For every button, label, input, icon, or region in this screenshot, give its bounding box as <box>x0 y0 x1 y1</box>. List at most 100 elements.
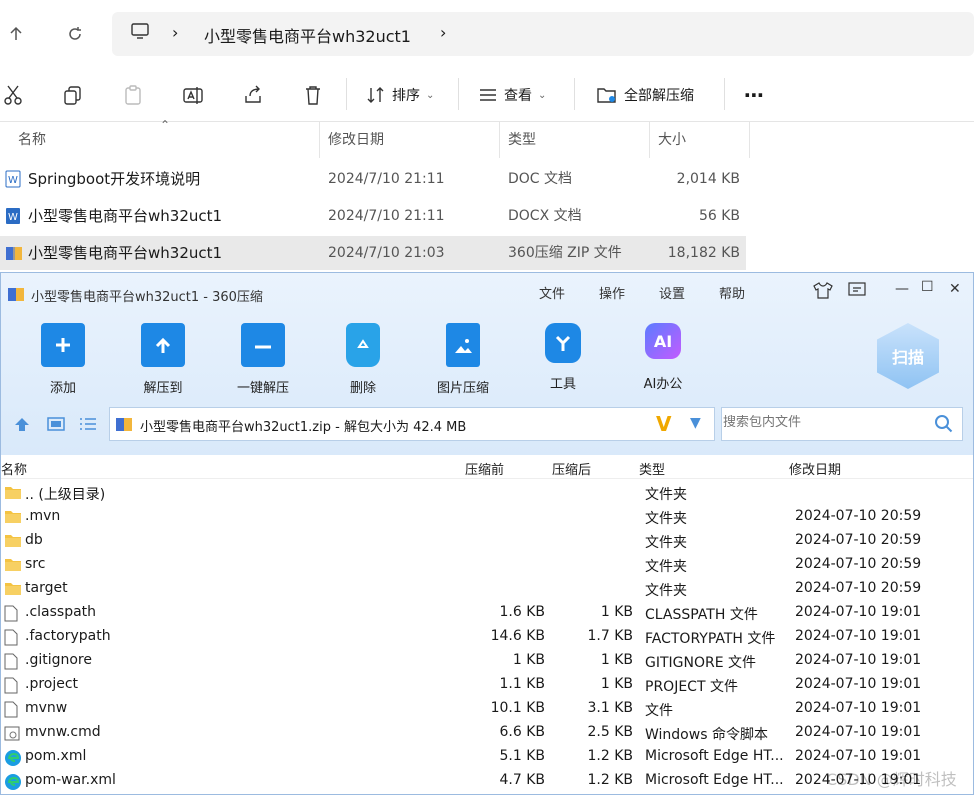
archive-list-row[interactable]: mvnw.cmd 6.6 KB 2.5 KB Windows 命令脚本 2024-07-… <box>1 721 973 745</box>
minimize-icon[interactable]: — <box>895 281 909 297</box>
entry-date: 2024-07-10 20:59 <box>795 556 922 572</box>
zip-icon <box>115 415 133 437</box>
paste-icon[interactable] <box>122 80 144 110</box>
list-view-icon[interactable] <box>79 417 97 435</box>
delete-button[interactable]: 删除 <box>323 323 403 396</box>
archive-list-row[interactable]: db 文件夹 2024-07-10 20:59 <box>1 529 973 553</box>
close-icon[interactable]: ✕ <box>949 281 961 297</box>
dropdown-arrow-icon[interactable]: ▼ <box>690 415 701 431</box>
toolbar-divider <box>574 78 575 110</box>
entry-type: 文件 <box>645 703 673 719</box>
entry-type: 文件夹 <box>645 511 687 527</box>
folder-icon <box>4 557 22 576</box>
up-arrow-icon[interactable] <box>2 20 30 48</box>
cut-icon[interactable] <box>2 80 24 110</box>
extract-all-button[interactable]: 全部解压缩 <box>596 80 694 110</box>
file-name: Springboot开发环境说明 <box>28 170 201 188</box>
archive-list-row[interactable]: .factorypath 14.6 KB 1.7 KB FACTORYPATH 文件 2… <box>1 625 973 649</box>
chevron-right-icon[interactable]: › <box>172 23 178 42</box>
file-list-header: 名称 ⌃ 修改日期 类型 大小 <box>0 118 760 158</box>
scan-button[interactable]: 扫描 <box>877 323 939 389</box>
file-date: 2024/7/10 21:11 <box>328 171 445 187</box>
ai-office-button[interactable]: AI AI办公 <box>623 323 703 392</box>
archive-list-row[interactable]: .gitignore 1 KB 1 KB GITIGNORE 文件 2024-07-10… <box>1 649 973 673</box>
search-input[interactable] <box>723 415 923 430</box>
menu-help[interactable]: 帮助 <box>719 283 745 302</box>
entry-type: Microsoft Edge HT... <box>645 748 784 764</box>
archive-path-bar[interactable]: 小型零售电商平台wh32uct1.zip - 解包大小为 42.4 MB V ▼ <box>109 407 715 441</box>
column-header-type[interactable]: 类型 <box>639 459 665 478</box>
column-header-date[interactable]: 修改日期 <box>789 459 841 478</box>
archive-list-row[interactable]: target 文件夹 2024-07-10 20:59 <box>1 577 973 601</box>
column-header-size[interactable]: 大小 <box>650 122 750 158</box>
folder-icon <box>4 485 22 504</box>
file-name: 小型零售电商平台wh32uct1 <box>28 244 223 262</box>
vip-icon[interactable]: V <box>656 412 671 436</box>
chevron-right-icon[interactable]: › <box>440 23 446 42</box>
archive-list-row[interactable]: .mvn 文件夹 2024-07-10 20:59 <box>1 505 973 529</box>
extract-to-icon <box>141 323 185 367</box>
menu-settings[interactable]: 设置 <box>659 283 685 302</box>
breadcrumb-current[interactable]: 小型零售电商平台wh32uct1 <box>204 23 411 47</box>
tools-icon <box>545 323 581 363</box>
refresh-icon[interactable] <box>61 20 89 48</box>
sort-button[interactable]: 排序 ⌄ <box>366 80 434 110</box>
extract-to-button[interactable]: 解压到 <box>123 323 203 396</box>
maximize-icon[interactable]: ☐ <box>921 279 934 295</box>
column-header-name[interactable]: 名称 <box>1 459 27 478</box>
thumbnail-view-icon[interactable] <box>47 417 65 435</box>
entry-type: GITIGNORE 文件 <box>645 655 757 671</box>
entry-name: db <box>25 532 43 548</box>
address-bar[interactable]: › 小型零售电商平台wh32uct1 › <box>112 12 974 56</box>
entry-compressed-size: 1.6 KB <box>499 604 546 620</box>
entry-original-size: 1 KB <box>600 604 633 620</box>
entry-compressed-size: 1.1 KB <box>499 676 546 692</box>
entry-type: 文件夹 <box>645 487 687 503</box>
image-compress-button[interactable]: 图片压缩 <box>423 323 503 396</box>
column-header-date[interactable]: 修改日期 <box>320 122 500 158</box>
ai-office-label: AI办公 <box>643 377 683 392</box>
column-header-compressed[interactable]: 压缩前 <box>465 459 504 478</box>
skin-shirt-icon[interactable] <box>813 281 833 303</box>
copy-icon[interactable] <box>62 80 84 110</box>
menu-file[interactable]: 文件 <box>539 283 565 302</box>
column-header-original[interactable]: 压缩后 <box>552 459 591 478</box>
entry-original-size: 1 KB <box>600 652 633 668</box>
view-label: 查看 <box>504 88 532 104</box>
trash-icon[interactable] <box>302 80 324 110</box>
search-icon[interactable] <box>934 414 954 438</box>
share-icon[interactable] <box>242 80 264 110</box>
archive-list-row[interactable]: .project 1.1 KB 1 KB PROJECT 文件 2024-07-10 1… <box>1 673 973 697</box>
entry-name: mvnw <box>25 700 68 716</box>
menu-operate[interactable]: 操作 <box>599 283 625 302</box>
archive-list-row[interactable]: .. (上级目录) 文件夹 <box>1 481 973 505</box>
more-options-icon[interactable]: ⋯ <box>744 80 764 110</box>
file-row[interactable]: W Springboot开发环境说明 2024/7/10 21:11 DOC 文… <box>0 162 746 196</box>
entry-date: 2024-07-10 19:01 <box>795 748 922 764</box>
one-click-extract-button[interactable]: 一键解压 <box>223 323 303 396</box>
archive-path-text: 小型零售电商平台wh32uct1.zip - 解包大小为 42.4 MB <box>140 420 467 435</box>
folder-icon <box>4 533 22 552</box>
folder-icon <box>4 509 22 528</box>
file-date: 2024/7/10 21:03 <box>328 245 445 261</box>
archive-list-row[interactable]: .classpath 1.6 KB 1 KB CLASSPATH 文件 2024-07-… <box>1 601 973 625</box>
add-button[interactable]: 添加 <box>23 323 103 396</box>
archive-list-row[interactable]: mvnw 10.1 KB 3.1 KB 文件 2024-07-10 19:01 <box>1 697 973 721</box>
feedback-icon[interactable] <box>847 281 867 303</box>
file-row[interactable]: W 小型零售电商平台wh32uct1 2024/7/10 21:11 DOCX … <box>0 199 746 233</box>
archive-list-row[interactable]: src 文件夹 2024-07-10 20:59 <box>1 553 973 577</box>
view-button[interactable]: 查看 ⌄ <box>478 80 546 110</box>
zip-window: 小型零售电商平台wh32uct1 - 360压缩 文件 操作 设置 帮助 — ☐… <box>0 272 974 795</box>
archive-list-header: 名称 压缩前 压缩后 类型 修改日期 <box>1 455 973 479</box>
column-header-type[interactable]: 类型 <box>500 122 650 158</box>
archive-search-box[interactable] <box>721 407 963 441</box>
file-size: 56 KB <box>698 208 740 224</box>
up-level-icon[interactable] <box>13 416 31 436</box>
entry-name: .mvn <box>25 508 61 524</box>
image-compress-icon <box>446 323 480 367</box>
rename-icon[interactable] <box>182 80 204 110</box>
file-size: 18,182 KB <box>667 245 740 261</box>
file-icon <box>4 605 18 626</box>
tools-button[interactable]: 工具 <box>523 323 603 392</box>
file-row-selected[interactable]: 小型零售电商平台wh32uct1 2024/7/10 21:03 360压缩 Z… <box>0 236 746 270</box>
